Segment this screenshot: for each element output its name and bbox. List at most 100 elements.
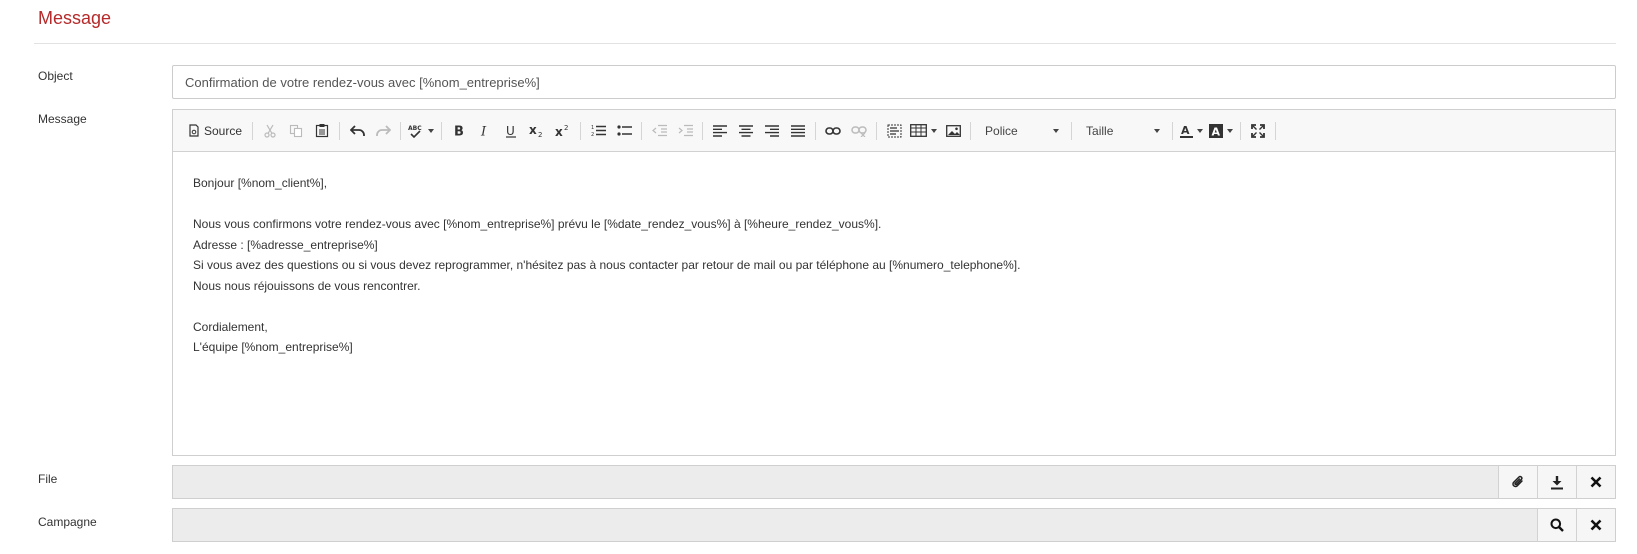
editor-line: Bonjour [%nom_client%],	[193, 176, 328, 190]
bold-button[interactable]: B	[446, 119, 472, 143]
indent-button[interactable]	[672, 119, 698, 143]
editor-line: L'équipe [%nom_entreprise%]	[193, 340, 353, 354]
attach-button[interactable]	[1498, 466, 1537, 498]
close-icon	[1590, 476, 1602, 488]
font-select[interactable]: Police	[975, 119, 1067, 143]
object-label: Object	[38, 69, 73, 83]
background-color-button[interactable]: A	[1206, 119, 1236, 143]
clear-file-button[interactable]	[1576, 466, 1615, 498]
caret-down-icon	[1053, 128, 1060, 133]
superscript-button[interactable]: x2	[550, 119, 576, 143]
source-label: Source	[204, 123, 243, 138]
campagne-label: Campagne	[38, 515, 97, 529]
toolbar-separator	[339, 121, 341, 140]
align-right-icon	[765, 124, 780, 137]
show-blocks-button[interactable]	[881, 119, 907, 143]
paste-icon	[315, 124, 329, 138]
search-campagne-button[interactable]	[1537, 509, 1576, 541]
italic-icon: I	[480, 125, 487, 138]
editor-line: Adresse : [%adresse_entreprise%]	[193, 237, 378, 252]
svg-text:A: A	[1212, 125, 1221, 138]
image-icon	[945, 124, 961, 137]
toolbar-separator	[1275, 121, 1277, 140]
toolbar-separator	[641, 121, 643, 140]
caret-down-icon	[1227, 128, 1234, 133]
bullet-list-button[interactable]	[611, 119, 637, 143]
editor-line: Cordialement,	[193, 319, 268, 334]
superscript-icon: x2	[555, 124, 568, 138]
editor-line: Nous vous confirmons votre rendez-vous a…	[193, 217, 882, 231]
maximize-icon	[1251, 123, 1265, 138]
copy-icon	[289, 124, 303, 137]
editor-line	[193, 194, 1595, 215]
download-button[interactable]	[1537, 466, 1576, 498]
bullet-list-icon	[616, 125, 632, 136]
table-icon	[910, 124, 927, 137]
close-icon	[1590, 519, 1602, 531]
underline-icon: U	[506, 124, 517, 138]
svg-text:2: 2	[538, 131, 542, 138]
justify-icon	[791, 124, 806, 137]
clear-campagne-button[interactable]	[1576, 509, 1615, 541]
caret-down-icon	[931, 128, 938, 133]
toolbar-separator	[876, 121, 878, 140]
toolbar-separator	[580, 121, 582, 140]
table-button[interactable]	[907, 119, 940, 143]
text-color-button[interactable]: A	[1177, 119, 1206, 143]
svg-text:U: U	[506, 124, 515, 138]
campagne-input[interactable]	[173, 509, 1537, 541]
maximize-button[interactable]	[1245, 119, 1271, 143]
redo-button[interactable]	[370, 119, 396, 143]
editor-line: Si vous avez des questions ou si vous de…	[193, 258, 1021, 272]
file-field	[172, 465, 1616, 499]
italic-button[interactable]: I	[472, 119, 498, 143]
section-title: Message	[38, 8, 112, 28]
cut-button[interactable]	[257, 119, 283, 143]
underline-button[interactable]: U	[498, 119, 524, 143]
unlink-button[interactable]	[846, 119, 872, 143]
toolbar-separator	[1172, 121, 1174, 140]
source-button[interactable]: Source	[185, 119, 248, 143]
link-button[interactable]	[820, 119, 846, 143]
cut-icon	[264, 124, 276, 138]
subscript-button[interactable]: x2	[524, 119, 550, 143]
paste-button[interactable]	[309, 119, 335, 143]
svg-text:I: I	[480, 125, 487, 138]
paperclip-icon	[1512, 475, 1523, 488]
svg-text:1: 1	[591, 125, 594, 131]
section-divider	[34, 43, 1616, 44]
show-blocks-icon	[887, 124, 902, 137]
image-button[interactable]	[940, 119, 966, 143]
copy-button[interactable]	[283, 119, 309, 143]
caret-down-icon	[1154, 128, 1161, 133]
background-color-icon: A	[1209, 123, 1224, 138]
editor-toolbar: Source ABC B I U x 2 x 2 1 2 Police Tail…	[173, 110, 1615, 152]
align-center-button[interactable]	[733, 119, 759, 143]
object-input[interactable]	[172, 65, 1616, 99]
message-label: Message	[38, 112, 87, 126]
caret-down-icon	[428, 128, 435, 133]
editor-content[interactable]: Bonjour [%nom_client%], Nous vous confirm…	[173, 152, 1615, 379]
svg-text:2: 2	[591, 132, 594, 137]
outdent-icon	[651, 124, 667, 137]
subscript-icon: x2	[529, 124, 542, 138]
numbered-list-button[interactable]: 12	[585, 119, 611, 143]
undo-button[interactable]	[344, 119, 370, 143]
outdent-button[interactable]	[646, 119, 672, 143]
svg-text:x: x	[555, 125, 563, 138]
toolbar-separator	[1071, 121, 1073, 140]
text-color-icon: A	[1180, 124, 1194, 138]
justify-button[interactable]	[785, 119, 811, 143]
size-select[interactable]: Taille	[1076, 119, 1168, 143]
campagne-field	[172, 508, 1616, 542]
redo-icon	[375, 124, 391, 136]
file-input[interactable]	[173, 466, 1498, 498]
toolbar-separator	[441, 121, 443, 140]
svg-text:ABC: ABC	[408, 125, 422, 132]
align-right-button[interactable]	[759, 119, 785, 143]
align-left-button[interactable]	[707, 119, 733, 143]
message-editor: Source ABC B I U x 2 x 2 1 2 Police Tail…	[172, 109, 1616, 456]
toolbar-separator	[702, 121, 704, 140]
toolbar-separator	[400, 121, 402, 140]
spellcheck-button[interactable]: ABC	[405, 119, 437, 143]
